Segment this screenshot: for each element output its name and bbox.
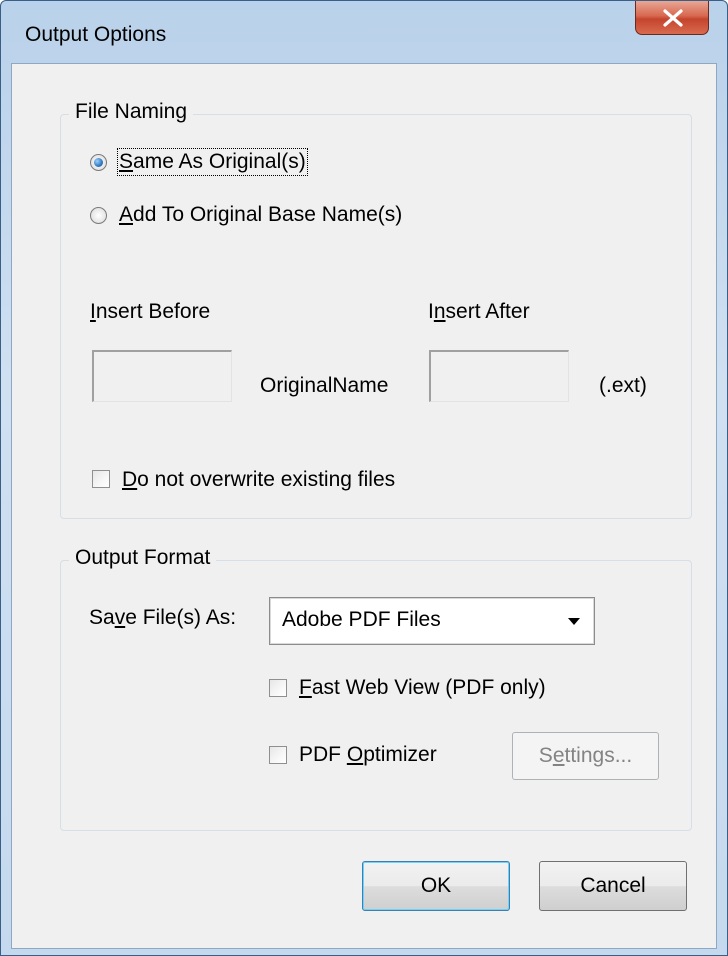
radio-selected-dot [94,158,103,167]
cancel-button[interactable]: Cancel [539,861,687,911]
window-title: Output Options [25,23,167,46]
no-overwrite-checkbox[interactable] [92,470,110,488]
insert-after-field[interactable] [429,350,569,402]
output-options-dialog: Output Options File Naming Same As Origi… [0,0,728,956]
insert-after-label: Insert After [428,300,530,323]
pdf-optimizer-label[interactable]: PDF Optimizer [299,743,437,767]
insert-before-label: Insert Before [90,300,211,323]
add-to-base-name-label[interactable]: Add To Original Base Name(s) [119,203,402,227]
close-icon [663,9,683,27]
extension-label: (.ext) [599,374,647,397]
ok-button[interactable]: OK [362,861,510,911]
title-bar[interactable]: Output Options [1,1,727,63]
fast-web-view-label[interactable]: Fast Web View (PDF only) [299,676,546,700]
settings-button[interactable]: Settings... [512,732,659,780]
same-as-original-radio[interactable] [90,154,107,171]
save-as-dropdown[interactable]: Adobe PDF Files [269,597,595,645]
insert-before-field[interactable] [92,350,232,402]
dialog-client-area: File Naming Same As Original(s) Add To O… [11,63,717,949]
add-to-base-name-radio[interactable] [90,207,107,224]
file-naming-title: File Naming [69,100,194,124]
no-overwrite-label[interactable]: Do not overwrite existing files [122,468,395,492]
original-name-label: OriginalName [260,374,389,397]
save-as-label: Save File(s) As: [89,606,237,629]
pdf-optimizer-checkbox[interactable] [269,746,287,764]
output-format-title: Output Format [69,546,217,570]
save-as-selected-value: Adobe PDF Files [282,608,441,631]
same-as-original-label[interactable]: Same As Original(s) [117,148,308,176]
fast-web-view-checkbox[interactable] [269,679,287,697]
close-button[interactable] [635,1,709,35]
chevron-down-icon [568,618,580,625]
